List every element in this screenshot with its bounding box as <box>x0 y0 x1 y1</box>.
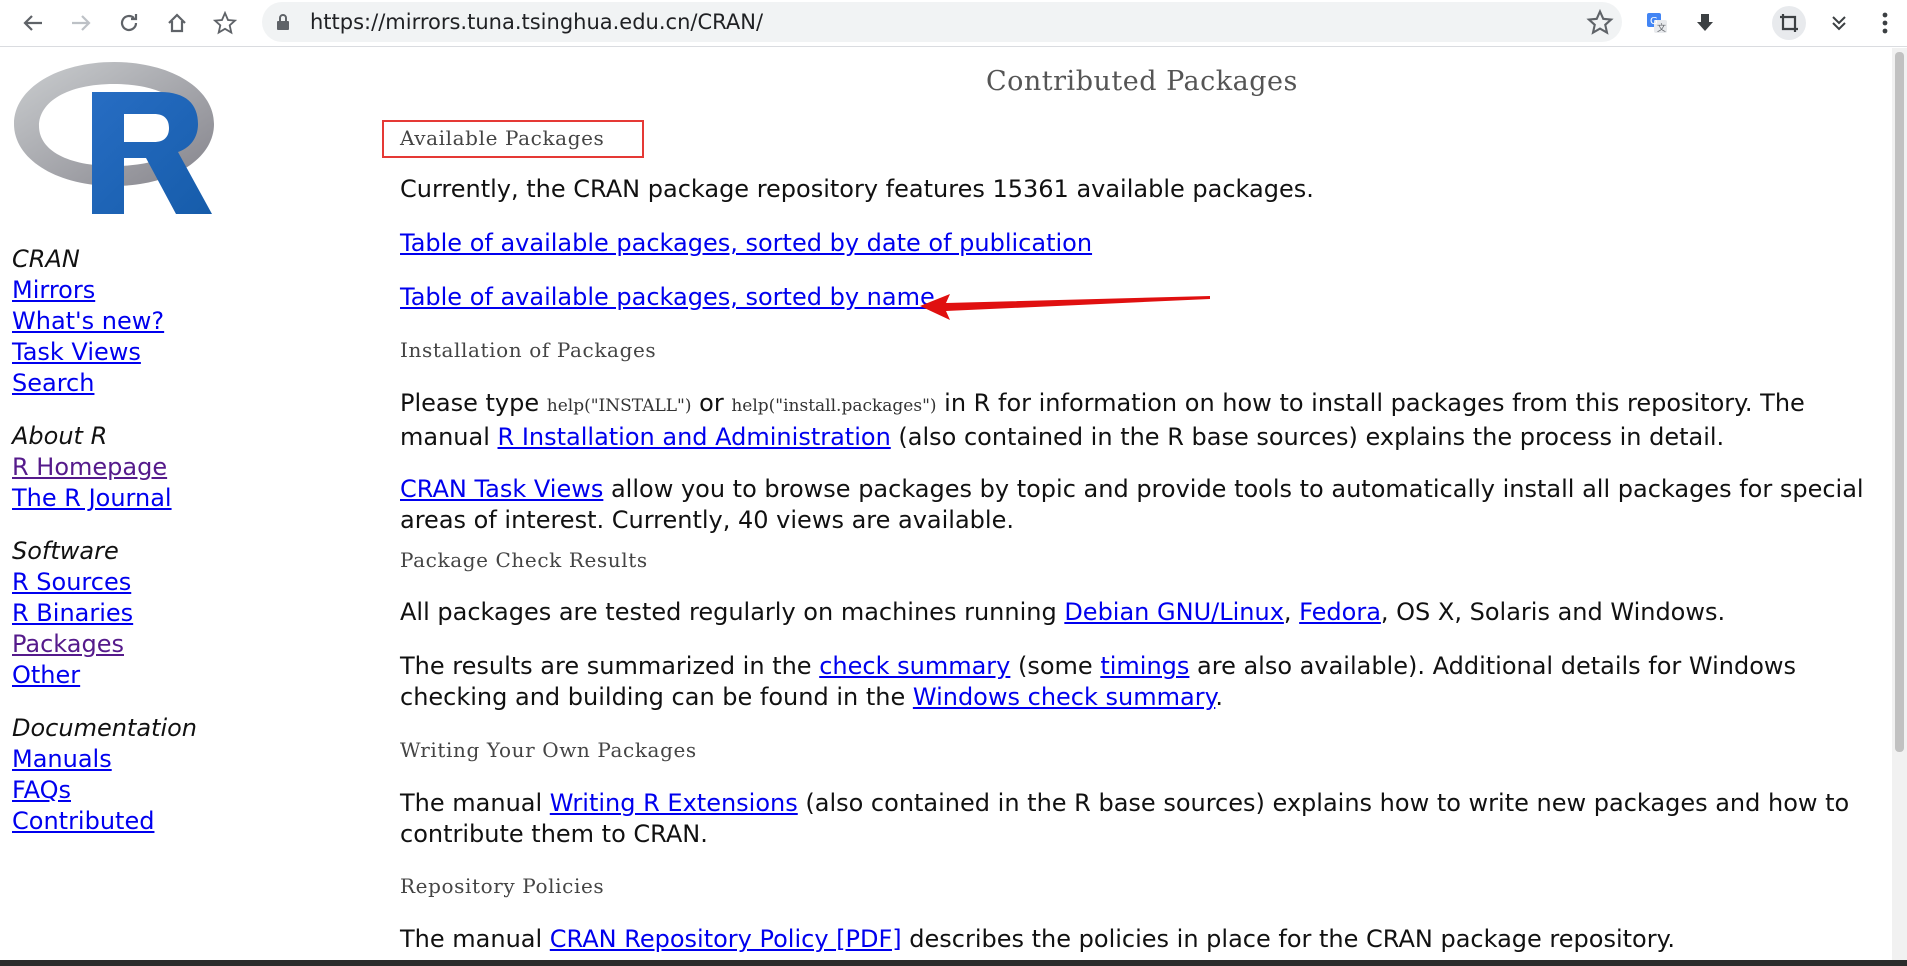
kebab-menu-icon <box>1882 12 1888 34</box>
home-icon <box>168 13 186 33</box>
nav-link-r-journal[interactable]: The R Journal <box>12 483 197 514</box>
heading-package-check: Package Check Results <box>400 548 648 572</box>
available-count-text: Currently, the CRAN package repository f… <box>400 175 1314 203</box>
check2-text-4: . <box>1215 683 1223 711</box>
policy-text-1: The manual <box>400 925 550 953</box>
download-icon <box>1697 14 1713 31</box>
browser-toolbar: https://mirrors.tuna.tsinghua.edu.cn/CRA… <box>0 0 1907 47</box>
heading-installation: Installation of Packages <box>400 338 657 362</box>
link-packages-by-name[interactable]: Table of available packages, sorted by n… <box>400 283 935 311</box>
nav-link-faqs[interactable]: FAQs <box>12 775 197 806</box>
check2-text-2: (some <box>1010 652 1101 680</box>
nav-group-about-r: About R R Homepage The R Journal <box>12 421 197 514</box>
download-button[interactable] <box>1688 6 1722 40</box>
home-button[interactable] <box>158 4 196 42</box>
scrollbar-thumb[interactable] <box>1895 52 1904 752</box>
check-paragraph-2: The results are summarized in the check … <box>400 651 1880 713</box>
svg-text:文: 文 <box>1657 22 1666 34</box>
check-paragraph-1: All packages are tested regularly on mac… <box>400 597 1880 628</box>
nav-group-documentation: Documentation Manuals FAQs Contributed <box>12 713 197 837</box>
install-text-4: (also contained in the R base sources) e… <box>890 423 1725 451</box>
bookmark-star-icon[interactable] <box>1586 8 1614 36</box>
install-paragraph: Please type help("INSTALL") or help("ins… <box>400 388 1880 453</box>
code-help-install: help("INSTALL") <box>546 396 692 416</box>
link-packages-by-date[interactable]: Table of available packages, sorted by d… <box>400 229 1092 257</box>
heading-available-packages: Available Packages <box>400 126 605 150</box>
double-chevron-down-icon <box>1832 16 1846 31</box>
heading-writing-packages: Writing Your Own Packages <box>400 738 697 762</box>
translate-extension-button[interactable]: G文 <box>1640 6 1674 40</box>
forward-arrow-icon <box>72 15 91 31</box>
reload-button[interactable] <box>110 4 148 42</box>
policy-paragraph: The manual CRAN Repository Policy [PDF] … <box>400 924 1880 955</box>
nav-link-r-homepage[interactable]: R Homepage <box>12 452 197 483</box>
back-arrow-icon <box>23 15 42 31</box>
code-help-install-packages: help("install.packages") <box>731 396 937 416</box>
nav-heading-software: Software <box>12 537 119 565</box>
taskviews-paragraph: CRAN Task Views allow you to browse pack… <box>400 474 1880 536</box>
nav-link-search[interactable]: Search <box>12 368 197 399</box>
link-check-summary[interactable]: check summary <box>819 652 1010 680</box>
link-fedora[interactable]: Fedora <box>1299 598 1381 626</box>
link-timings[interactable]: timings <box>1100 652 1189 680</box>
link-r-installation-admin[interactable]: R Installation and Administration <box>498 423 891 451</box>
nav-link-r-binaries[interactable]: R Binaries <box>12 598 197 629</box>
star-outline-icon <box>213 11 237 35</box>
writing-text-1: The manual <box>400 789 550 817</box>
crop-icon <box>1780 14 1798 32</box>
check1-text-2: , <box>1283 598 1300 626</box>
nav-link-manuals[interactable]: Manuals <box>12 744 197 775</box>
nav-link-mirrors[interactable]: Mirrors <box>12 275 197 306</box>
page-title: Contributed Packages <box>986 66 1298 97</box>
install-text-1: Please type <box>400 389 547 417</box>
lock-icon <box>277 14 289 30</box>
nav-link-contributed[interactable]: Contributed <box>12 806 197 837</box>
forward-button[interactable] <box>62 4 100 42</box>
writing-paragraph: The manual Writing R Extensions (also co… <box>400 788 1880 850</box>
install-text-2: or <box>691 389 732 417</box>
address-bar[interactable]: https://mirrors.tuna.tsinghua.edu.cn/CRA… <box>262 2 1622 42</box>
link-cran-repository-policy[interactable]: CRAN Repository Policy [PDF] <box>550 925 902 953</box>
extensions-overflow-button[interactable] <box>1822 6 1856 40</box>
page-scrollbar[interactable] <box>1892 48 1907 966</box>
r-logo-icon <box>14 62 214 214</box>
nav-heading-cran: CRAN <box>12 245 80 273</box>
bookmarks-button[interactable] <box>206 4 244 42</box>
url-text[interactable]: https://mirrors.tuna.tsinghua.edu.cn/CRA… <box>310 10 763 34</box>
link-windows-check-summary[interactable]: Windows check summary <box>913 683 1215 711</box>
nav-group-software: Software R Sources R Binaries Packages O… <box>12 536 197 691</box>
nav-link-task-views[interactable]: Task Views <box>12 337 197 368</box>
link-debian[interactable]: Debian GNU/Linux <box>1064 598 1284 626</box>
nav-link-packages[interactable]: Packages <box>12 629 197 660</box>
annotation-arrow-icon <box>920 294 1210 320</box>
heading-repository-policies: Repository Policies <box>400 874 605 898</box>
back-button[interactable] <box>14 4 52 42</box>
sidebar-nav: CRAN Mirrors What's new? Task Views Sear… <box>12 244 197 859</box>
r-logo[interactable] <box>12 58 217 222</box>
reload-icon <box>120 14 138 32</box>
translate-icon: G文 <box>1647 13 1667 34</box>
nav-link-r-sources[interactable]: R Sources <box>12 567 197 598</box>
link-cran-task-views[interactable]: CRAN Task Views <box>400 475 603 503</box>
link-writing-r-extensions[interactable]: Writing R Extensions <box>550 789 798 817</box>
nav-link-whats-new[interactable]: What's new? <box>12 306 197 337</box>
taskviews-text: allow you to browse packages by topic an… <box>400 475 1864 534</box>
link-row-by-date: Table of available packages, sorted by d… <box>400 228 1880 259</box>
check1-text-3: , OS X, Solaris and Windows. <box>1380 598 1726 626</box>
browser-menu-button[interactable] <box>1868 6 1902 40</box>
nav-heading-about-r: About R <box>12 422 108 450</box>
policy-text-2: describes the policies in place for the … <box>901 925 1675 953</box>
check2-text-1: The results are summarized in the <box>400 652 820 680</box>
check1-text-1: All packages are tested regularly on mac… <box>400 598 1065 626</box>
nav-group-cran: CRAN Mirrors What's new? Task Views Sear… <box>12 244 197 399</box>
nav-link-other[interactable]: Other <box>12 660 197 691</box>
screenshot-extension-button[interactable] <box>1772 6 1806 40</box>
nav-heading-documentation: Documentation <box>12 714 198 742</box>
window-bottom-edge <box>0 960 1907 966</box>
